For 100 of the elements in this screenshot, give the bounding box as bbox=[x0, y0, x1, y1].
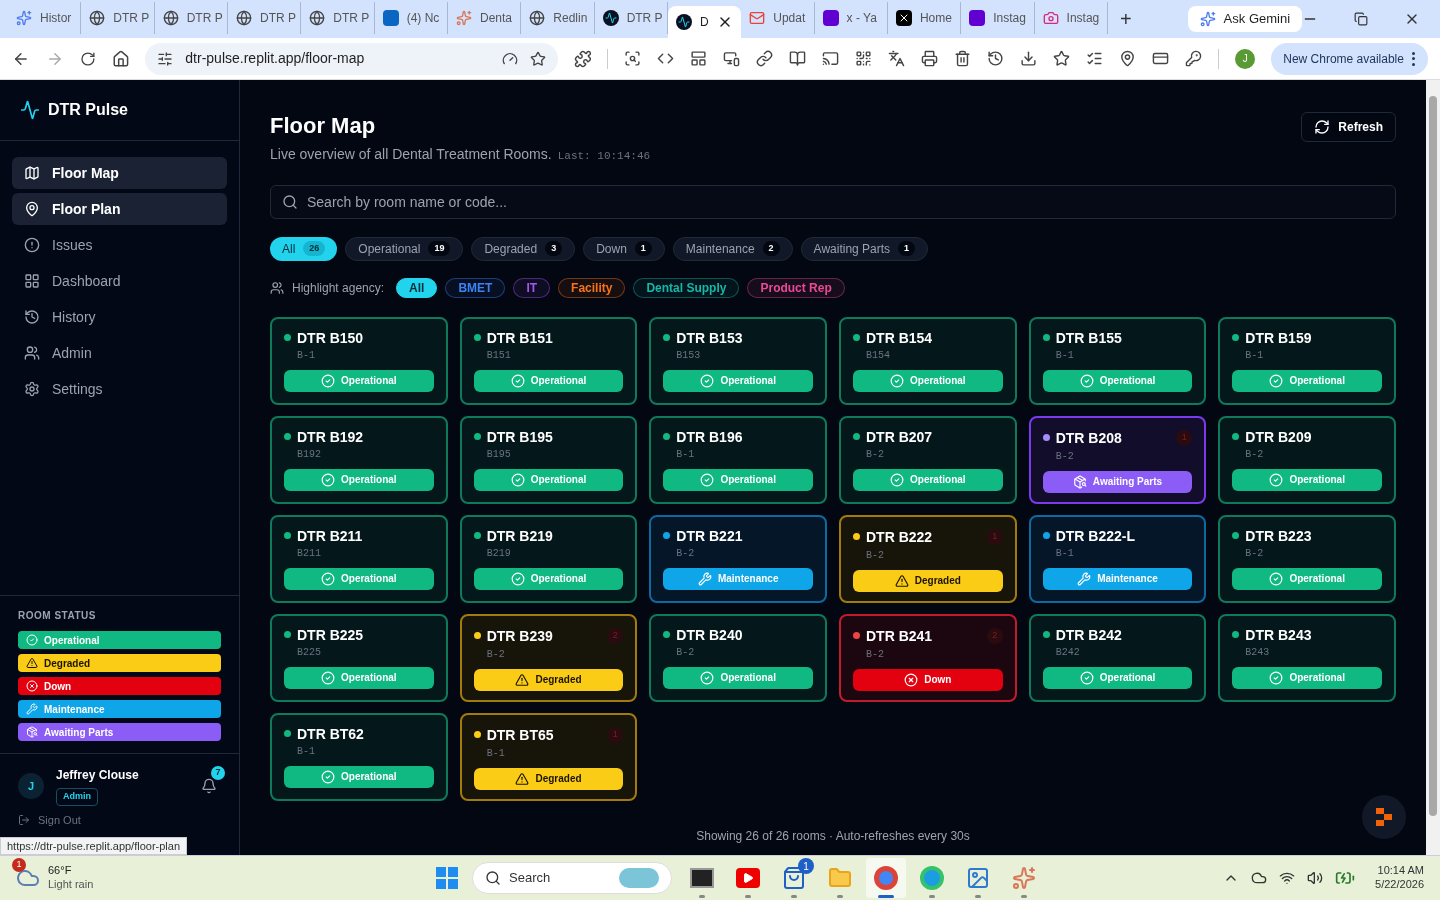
status-button[interactable]: Down bbox=[853, 668, 1003, 691]
room-card[interactable]: DTR B240 B-2 Operational bbox=[649, 613, 827, 702]
nav-item[interactable]: Floor Map bbox=[12, 157, 227, 189]
history-icon[interactable] bbox=[987, 50, 1005, 67]
taskbar-search[interactable]: Search bbox=[472, 862, 672, 894]
page-search-icon[interactable] bbox=[624, 50, 642, 67]
browser-tab[interactable]: Instag bbox=[961, 2, 1035, 34]
room-card[interactable]: DTR B155 B-1 Operational bbox=[1028, 316, 1207, 405]
browser-tab[interactable]: DTR P bbox=[81, 2, 155, 34]
browser-tab[interactable]: Denta bbox=[447, 2, 522, 34]
sign-out-icon[interactable] bbox=[18, 813, 30, 826]
room-card[interactable]: DTR B221 B-2 Maintenance bbox=[649, 514, 827, 603]
wifi-icon[interactable] bbox=[1279, 870, 1296, 886]
nav-item[interactable]: Dashboard bbox=[12, 265, 227, 297]
room-card[interactable]: DTR B151 B151 Operational bbox=[459, 316, 638, 405]
site-settings-icon[interactable] bbox=[157, 50, 174, 67]
browser-icon[interactable] bbox=[874, 866, 898, 890]
room-card[interactable]: DTR B222 1 B-2 Degraded bbox=[839, 514, 1017, 603]
browser-tab[interactable]: Updat bbox=[741, 2, 815, 34]
status-button[interactable]: Degraded bbox=[853, 569, 1003, 592]
nav-item[interactable]: Admin bbox=[12, 337, 227, 369]
qr-code-icon[interactable] bbox=[855, 50, 873, 67]
room-card[interactable]: DTR B225 B225 Operational bbox=[270, 613, 448, 702]
cast-icon[interactable] bbox=[822, 50, 840, 67]
room-card[interactable]: DTR B219 B219 Operational bbox=[459, 514, 638, 603]
room-card[interactable]: DTR B209 B-2 Operational bbox=[1218, 415, 1396, 504]
room-card[interactable]: DTR B195 B195 Operational bbox=[459, 415, 638, 504]
reload-icon[interactable] bbox=[79, 50, 96, 67]
filter-chip[interactable]: Down 1 bbox=[583, 236, 665, 261]
room-card[interactable]: DTR B241 2 B-2 Down bbox=[839, 613, 1017, 702]
room-card[interactable]: DTR B208 1 B-2 Awaiting Parts bbox=[1028, 415, 1207, 504]
browser-tab[interactable]: (4) Nc bbox=[374, 2, 448, 34]
bell-icon[interactable] bbox=[201, 777, 217, 794]
filter-chip[interactable]: Degraded 3 bbox=[471, 236, 576, 261]
card-icon[interactable] bbox=[1152, 50, 1170, 67]
room-card[interactable]: DTR B150 B-1 Operational bbox=[270, 316, 448, 405]
browser-tab[interactable]: Histor bbox=[8, 2, 82, 34]
filter-chip[interactable]: Maintenance 2 bbox=[672, 236, 793, 261]
browser-tab[interactable]: DTR P bbox=[594, 2, 668, 34]
room-card[interactable]: DTR B223 B-2 Operational bbox=[1218, 514, 1396, 603]
start-icon[interactable] bbox=[436, 867, 458, 889]
swirl-icon[interactable] bbox=[920, 866, 944, 890]
browser-tab[interactable]: DTR P bbox=[154, 2, 228, 34]
search-field[interactable]: Search by room name or code... bbox=[270, 184, 1396, 219]
agency-chip[interactable]: All bbox=[396, 277, 438, 298]
status-button[interactable]: Degraded bbox=[473, 668, 624, 691]
update-button[interactable]: New Chrome available bbox=[1271, 42, 1428, 75]
agency-chip[interactable]: Dental Supply bbox=[633, 277, 740, 298]
link-icon[interactable] bbox=[756, 50, 774, 67]
browser-tab[interactable]: x - Ya bbox=[814, 2, 888, 34]
extensions-icon[interactable] bbox=[573, 49, 592, 68]
window-icon[interactable] bbox=[690, 868, 714, 888]
filter-chip[interactable]: Awaiting Parts 1 bbox=[800, 236, 929, 261]
clock-date[interactable]: 5/22/2026 bbox=[1375, 878, 1424, 892]
room-card[interactable]: DTR B207 B-2 Operational bbox=[839, 415, 1017, 504]
clock-time[interactable]: 10:14 AM bbox=[1377, 864, 1424, 878]
room-card[interactable]: DTR BT65 1 B-1 Degraded bbox=[459, 712, 638, 801]
key-icon[interactable] bbox=[1185, 50, 1203, 67]
refresh-button[interactable]: Refresh bbox=[1301, 112, 1396, 142]
bookmark-icon[interactable] bbox=[529, 50, 546, 67]
agency-chip[interactable]: Facility bbox=[558, 277, 626, 298]
browser-tab[interactable]: D bbox=[667, 6, 742, 38]
room-card[interactable]: DTR B196 B-1 Operational bbox=[649, 415, 827, 504]
book-icon[interactable] bbox=[789, 50, 807, 67]
agency-chip[interactable]: Product Rep bbox=[747, 277, 845, 298]
home-icon[interactable] bbox=[111, 49, 130, 68]
cloud-icon[interactable] bbox=[1251, 870, 1268, 886]
room-card[interactable]: DTR B243 B243 Operational bbox=[1218, 613, 1396, 702]
translate-icon[interactable] bbox=[888, 50, 906, 67]
star-icon[interactable] bbox=[1053, 50, 1071, 67]
nav-item[interactable]: History bbox=[12, 301, 227, 333]
room-card[interactable]: DTR B211 B211 Operational bbox=[270, 514, 448, 603]
agency-chip[interactable]: BMET bbox=[445, 277, 506, 298]
new-tab-button[interactable]: + bbox=[1119, 9, 1132, 29]
room-card[interactable]: DTR B239 2 B-2 Degraded bbox=[459, 613, 638, 702]
browser-tab[interactable]: Instag bbox=[1034, 2, 1108, 34]
devices-icon[interactable] bbox=[723, 50, 741, 67]
status-button[interactable]: Awaiting Parts bbox=[1042, 470, 1193, 493]
browser-tab[interactable]: Redlin bbox=[521, 2, 595, 34]
download-icon[interactable] bbox=[1020, 50, 1038, 67]
gauge-icon[interactable] bbox=[501, 50, 518, 67]
map-pin-icon[interactable] bbox=[1119, 50, 1137, 67]
room-card[interactable]: DTR B192 B192 Operational bbox=[270, 415, 448, 504]
room-card[interactable]: DTR B154 B154 Operational bbox=[839, 316, 1017, 405]
printer-icon[interactable] bbox=[921, 50, 939, 67]
room-card[interactable]: DTR B159 B-1 Operational bbox=[1218, 316, 1396, 405]
address-bar[interactable]: dtr-pulse.replit.app/floor-map bbox=[145, 42, 558, 75]
restore-icon[interactable] bbox=[1354, 12, 1369, 26]
room-card[interactable]: DTR BT62 B-1 Operational bbox=[270, 712, 448, 801]
bag-icon[interactable] bbox=[782, 866, 806, 890]
photos-icon[interactable] bbox=[966, 866, 990, 890]
trash-icon[interactable] bbox=[954, 50, 972, 67]
floating-action-button[interactable] bbox=[1362, 795, 1406, 839]
agency-chip[interactable]: IT bbox=[513, 277, 551, 298]
room-card[interactable]: DTR B222-L B-1 Maintenance bbox=[1028, 514, 1207, 603]
browser-tab[interactable]: DTR P bbox=[228, 2, 302, 34]
list-icon[interactable] bbox=[1086, 50, 1104, 67]
nav-item[interactable]: Settings bbox=[12, 373, 227, 405]
sign-out-link[interactable]: Sign Out bbox=[38, 811, 81, 828]
volume-icon[interactable] bbox=[1307, 870, 1324, 886]
